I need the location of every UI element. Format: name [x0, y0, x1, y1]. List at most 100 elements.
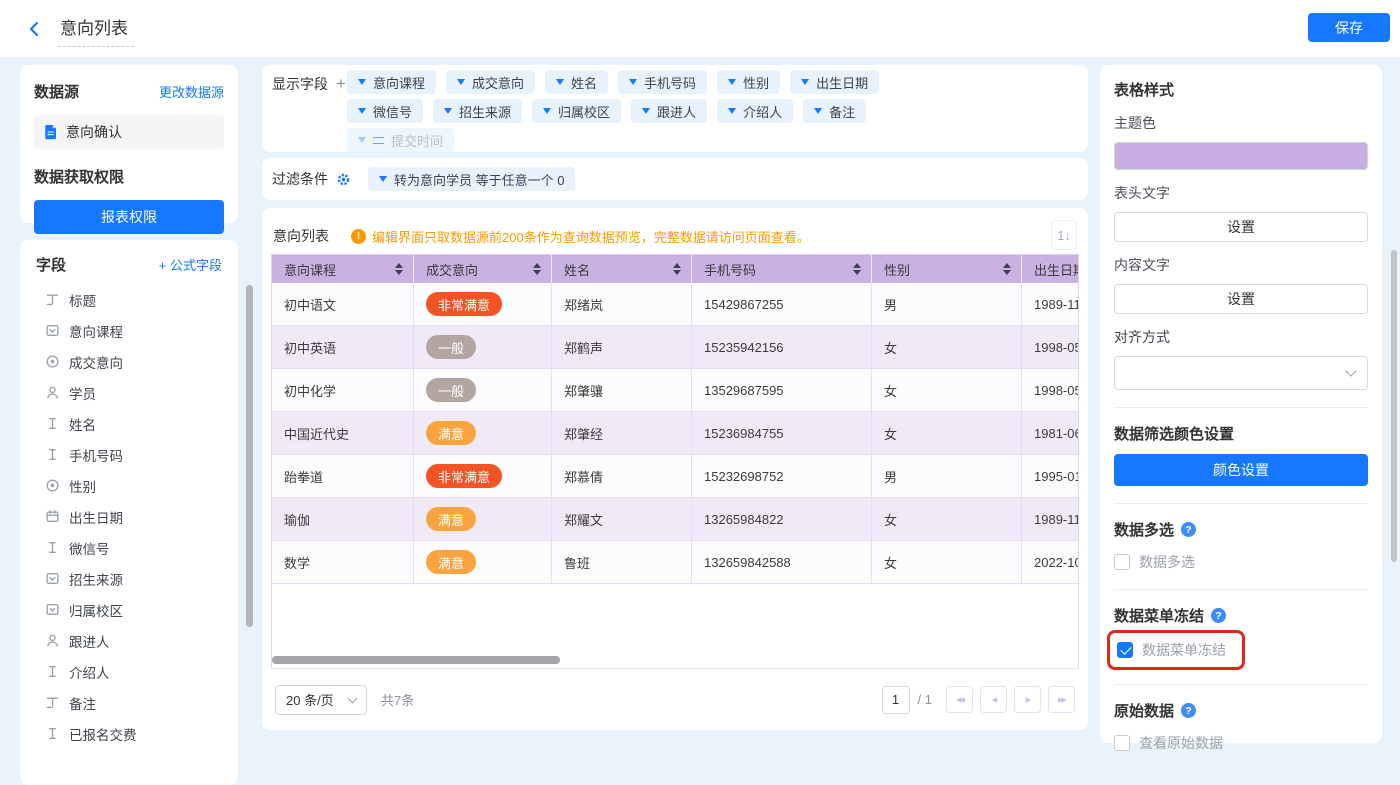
table-row[interactable]: 跆拳道非常满意郑慕倩15232698752男1995-01- — [272, 455, 1079, 498]
back-icon[interactable] — [24, 19, 44, 39]
sort-arrows-icon[interactable] — [673, 263, 681, 275]
column-header-成交意向[interactable]: 成交意向 — [414, 255, 552, 283]
header-text-settings-button[interactable]: 设置 — [1114, 212, 1368, 242]
table-row[interactable]: 瑜伽满意郑耀文13265984822女1989-11- — [272, 498, 1079, 541]
sort-arrows-icon[interactable] — [1003, 263, 1011, 275]
column-header-出生日期[interactable]: 出生日期 — [1022, 255, 1079, 283]
display-field-tag-微信号[interactable]: 微信号 — [347, 99, 423, 123]
table-row[interactable]: 中国近代史满意郑肇经15236984755女1981-06- — [272, 412, 1079, 455]
column-header-姓名[interactable]: 姓名 — [552, 255, 692, 283]
field-item-介绍人[interactable]: 介绍人 — [36, 656, 222, 687]
save-button[interactable]: 保存 — [1308, 13, 1390, 42]
gear-icon[interactable] — [336, 172, 351, 187]
display-field-tag-出生日期[interactable]: 出生日期 — [790, 70, 879, 94]
column-header-性别[interactable]: 性别 — [872, 255, 1022, 283]
field-item-label: 性别 — [69, 476, 96, 496]
cell-phone: 15235942156 — [692, 326, 872, 369]
cell-gender: 男 — [872, 283, 1022, 326]
align-select[interactable] — [1114, 356, 1368, 390]
field-item-成交意向[interactable]: 成交意向 — [36, 346, 222, 377]
field-item-招生来源[interactable]: 招生来源 — [36, 563, 222, 594]
freeze-checkbox-label: 数据菜单冻结 — [1142, 640, 1226, 660]
system-field-icon — [373, 137, 384, 144]
page-number-input[interactable]: 1 — [882, 686, 910, 714]
raw-data-checkbox-row[interactable]: 查看原始数据 — [1114, 733, 1368, 753]
change-datasource-link[interactable]: 更改数据源 — [159, 82, 224, 101]
cell-phone: 13265984822 — [692, 498, 872, 541]
field-item-微信号[interactable]: 微信号 — [36, 532, 222, 563]
table-row[interactable]: 数学满意鲁班132659842588女2022-10- — [272, 541, 1079, 584]
field-item-标题[interactable]: 标题 — [36, 284, 222, 315]
sort-order-icon[interactable]: 1↓ — [1051, 220, 1077, 250]
satisfaction-badge: 一般 — [426, 378, 476, 402]
page-size-select[interactable]: 20 条/页 — [275, 685, 367, 715]
sort-arrows-icon[interactable] — [853, 263, 861, 275]
first-page-button[interactable]: ◂◂ — [946, 686, 973, 713]
filter-condition-tag[interactable]: 转为意向学员 等于任意一个 0 — [368, 167, 575, 191]
fields-scrollbar[interactable] — [246, 285, 253, 627]
help-icon[interactable]: ? — [1181, 703, 1196, 718]
sort-arrows-icon[interactable] — [395, 263, 403, 275]
field-item-学员[interactable]: 学员 — [36, 377, 222, 408]
display-field-tag-姓名[interactable]: 姓名 — [545, 70, 608, 94]
field-item-姓名[interactable]: 姓名 — [36, 408, 222, 439]
theme-color-swatch[interactable] — [1114, 142, 1368, 170]
last-page-button[interactable]: ▸▸ — [1048, 686, 1075, 713]
display-field-tag-介绍人[interactable]: 介绍人 — [717, 99, 793, 123]
table-row[interactable]: 初中英语一般郑鹤声15235942156女1998-05- — [272, 326, 1079, 369]
select-field-icon — [45, 323, 60, 338]
display-field-tag-意向课程[interactable]: 意向课程 — [347, 70, 436, 94]
table-row[interactable]: 初中化学一般郑肇骧13529687595女1998-05- — [272, 369, 1079, 412]
window-scrollbar[interactable] — [1391, 250, 1397, 562]
display-field-tag-跟进人[interactable]: 跟进人 — [631, 99, 707, 123]
content-text-settings-button[interactable]: 设置 — [1114, 284, 1368, 314]
display-field-tag-提交时间[interactable]: 提交时间 — [347, 128, 454, 152]
color-settings-button[interactable]: 颜色设置 — [1114, 454, 1368, 486]
report-permission-button[interactable]: 报表权限 — [34, 200, 224, 234]
display-field-tag-备注[interactable]: 备注 — [803, 99, 866, 123]
table-body: 初中语文非常满意郑绪岚15429867255男1989-11-初中英语一般郑鹤声… — [272, 283, 1078, 584]
column-header-手机号码[interactable]: 手机号码 — [692, 255, 872, 283]
datasource-item-label: 意向确认 — [66, 122, 122, 142]
field-item-跟进人[interactable]: 跟进人 — [36, 625, 222, 656]
sort-arrows-icon[interactable] — [533, 263, 541, 275]
display-field-tag-成交意向[interactable]: 成交意向 — [446, 70, 535, 94]
freeze-checkbox-row[interactable]: 数据菜单冻结 — [1117, 640, 1226, 660]
field-item-出生日期[interactable]: 出生日期 — [36, 501, 222, 532]
table-horizontal-scrollbar[interactable] — [272, 656, 560, 664]
display-field-tag-手机号码[interactable]: 手机号码 — [618, 70, 707, 94]
help-icon[interactable]: ? — [1211, 608, 1226, 623]
checkbox-unchecked-icon[interactable] — [1114, 554, 1130, 570]
add-display-field-button[interactable]: + — [336, 77, 346, 91]
prev-page-button[interactable]: ◂ — [980, 686, 1007, 713]
cell-course: 初中英语 — [272, 326, 414, 369]
cell-gender: 女 — [872, 326, 1022, 369]
field-item-意向课程[interactable]: 意向课程 — [36, 315, 222, 346]
field-item-已报名交费[interactable]: 已报名交费 — [36, 718, 222, 749]
next-page-button[interactable]: ▸ — [1014, 686, 1041, 713]
field-item-备注[interactable]: 备注 — [36, 687, 222, 718]
cell-satisfaction: 非常满意 — [414, 455, 552, 498]
field-item-label: 意向课程 — [69, 321, 123, 341]
multi-select-checkbox-row[interactable]: 数据多选 — [1114, 552, 1368, 572]
table-row[interactable]: 初中语文非常满意郑绪岚15429867255男1989-11- — [272, 283, 1079, 326]
display-field-tag-归属校区[interactable]: 归属校区 — [532, 99, 621, 123]
add-formula-field-link[interactable]: + 公式字段 — [159, 255, 222, 274]
page-title: 意向列表 — [58, 10, 134, 47]
display-field-tag-性别[interactable]: 性别 — [717, 70, 780, 94]
cell-birth: 1989-11- — [1022, 498, 1079, 541]
field-item-性别[interactable]: 性别 — [36, 470, 222, 501]
tag-row: 微信号招生来源归属校区跟进人介绍人备注 — [347, 99, 1060, 123]
fields-panel: 字段 + 公式字段 标题意向课程成交意向学员姓名手机号码性别出生日期微信号招生来… — [20, 240, 238, 785]
datasource-item[interactable]: 意向确认 — [34, 115, 224, 149]
field-item-手机号码[interactable]: 手机号码 — [36, 439, 222, 470]
help-icon[interactable]: ? — [1181, 522, 1196, 537]
display-field-tag-招生来源[interactable]: 招生来源 — [433, 99, 522, 123]
sort-asc-icon — [673, 263, 681, 268]
cell-name: 郑绪岚 — [552, 283, 692, 326]
theme-color-label: 主题色 — [1114, 113, 1368, 133]
column-header-意向课程[interactable]: 意向课程 — [272, 255, 414, 283]
checkbox-checked-icon[interactable] — [1117, 642, 1133, 658]
checkbox-unchecked-icon[interactable] — [1114, 735, 1130, 751]
field-item-归属校区[interactable]: 归属校区 — [36, 594, 222, 625]
